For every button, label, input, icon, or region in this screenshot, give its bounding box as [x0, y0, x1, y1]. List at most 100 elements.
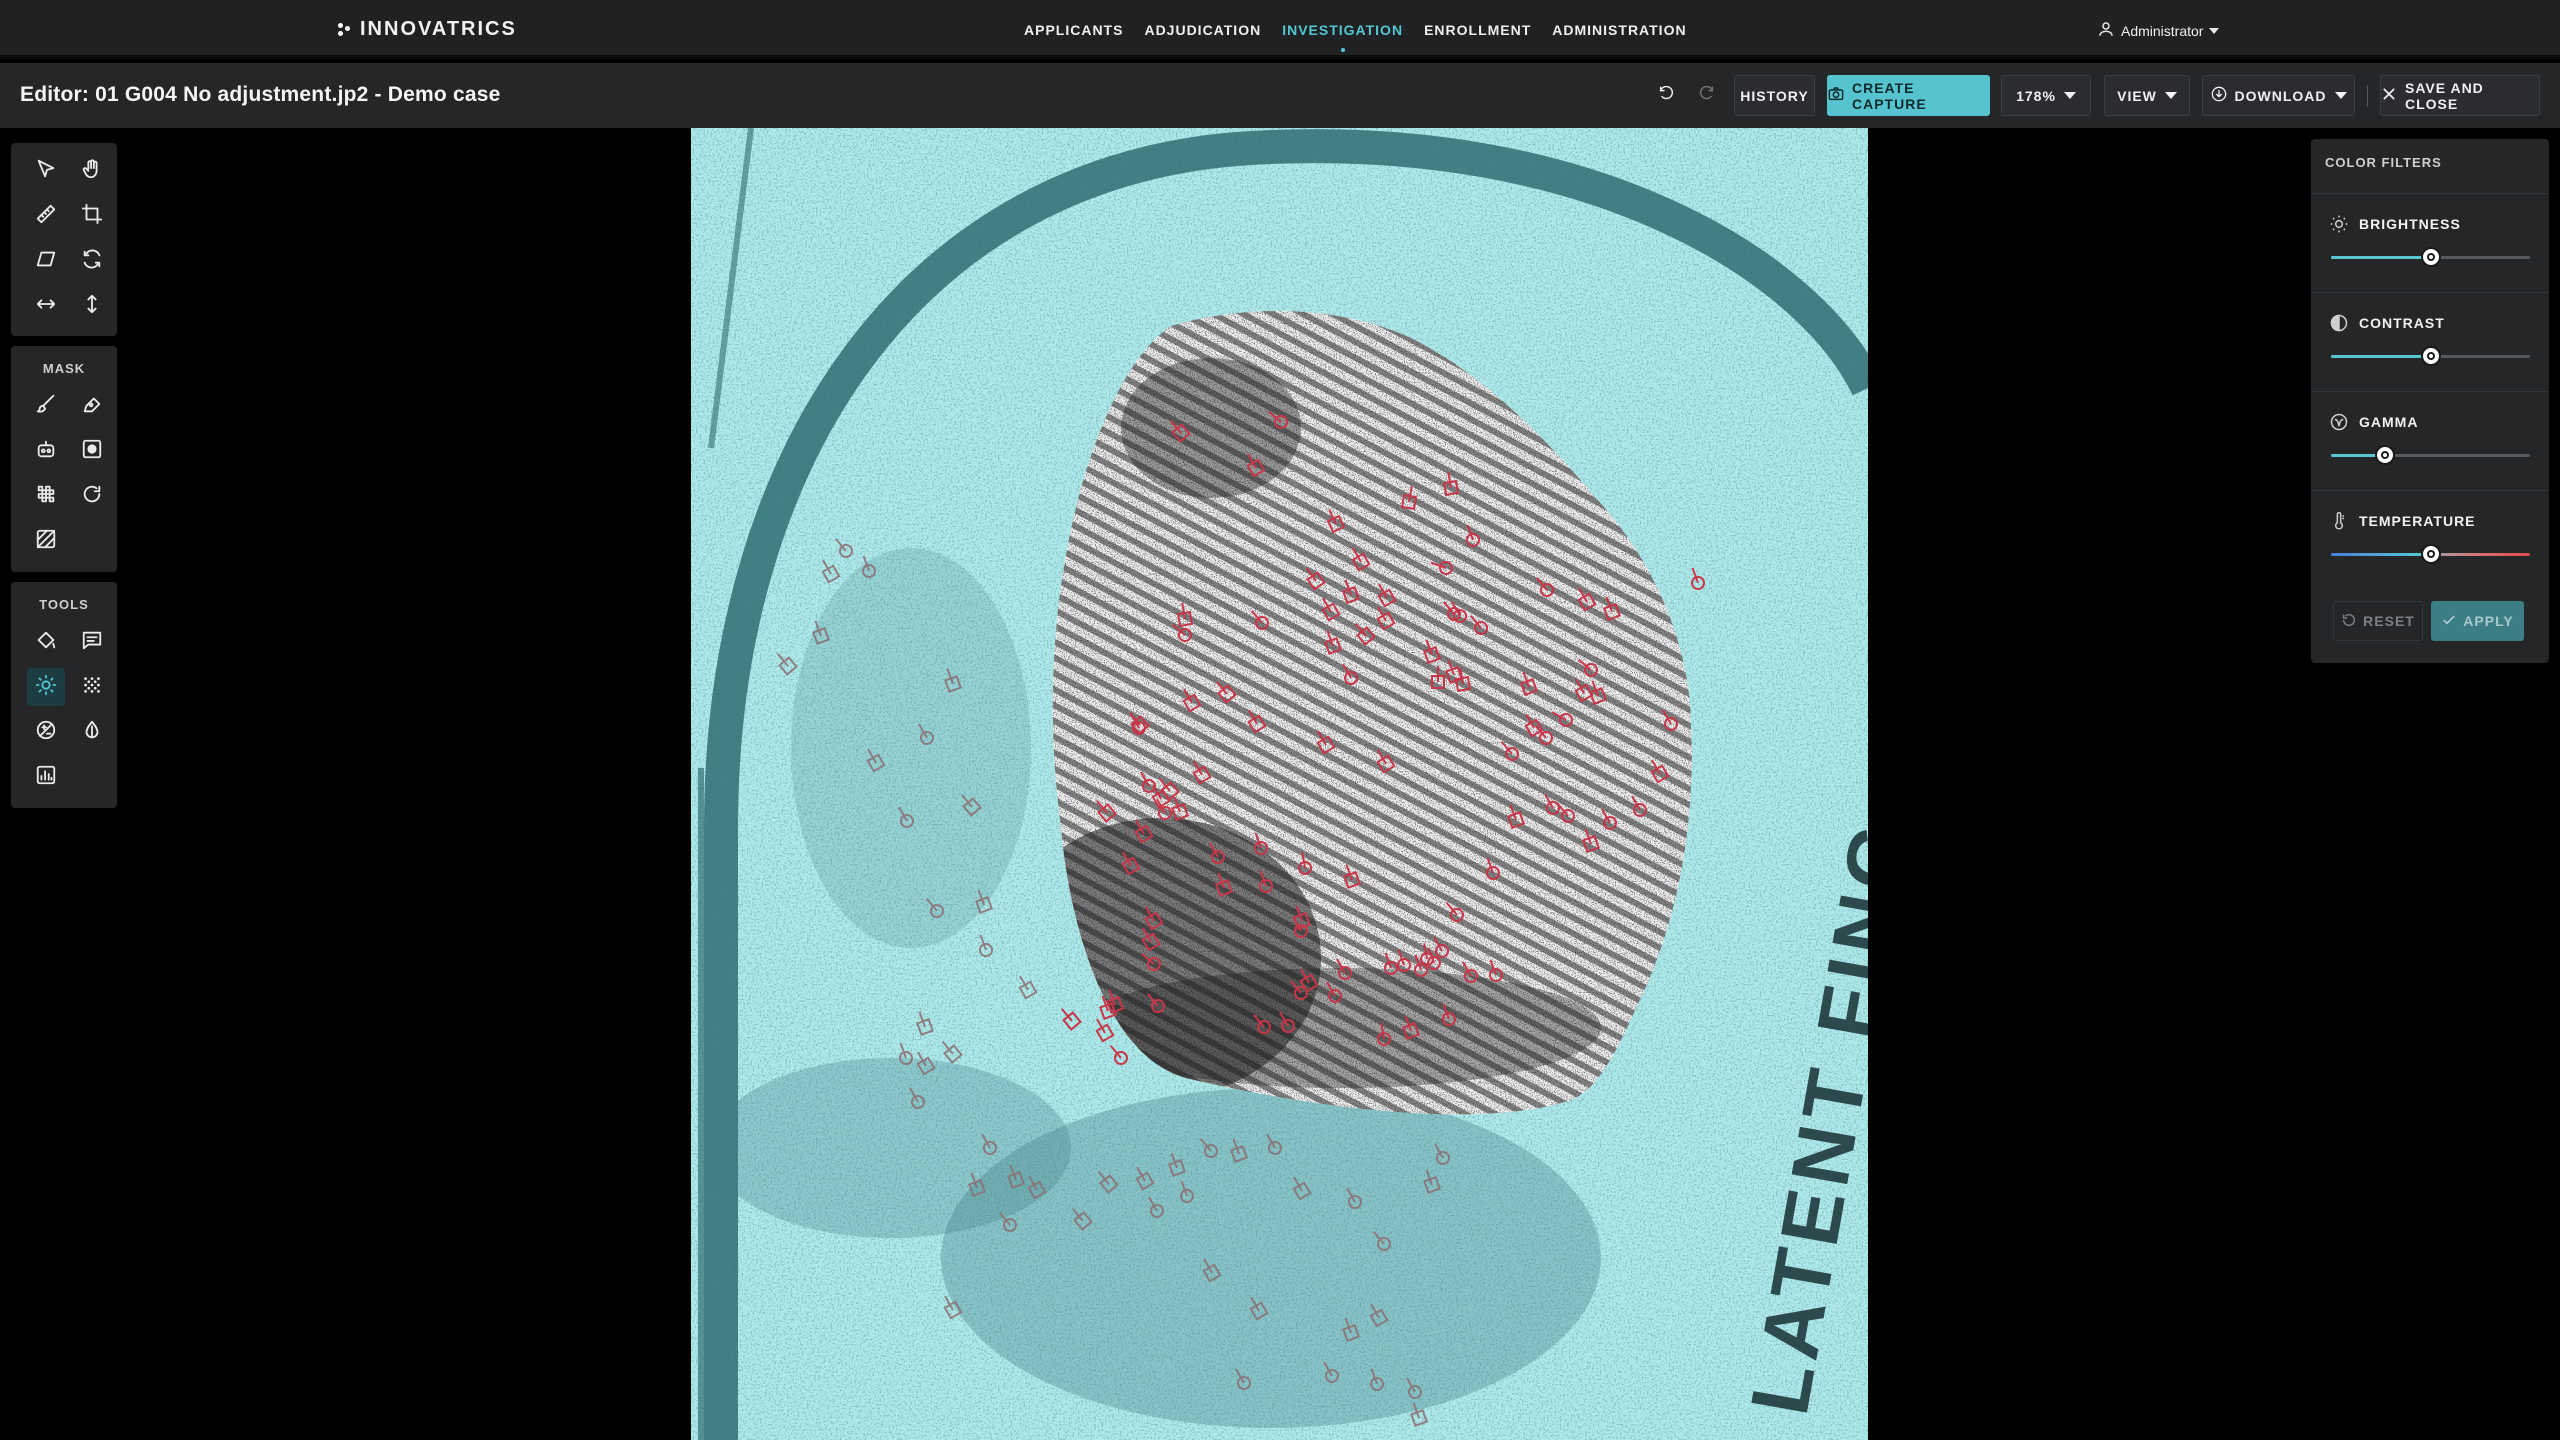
flip-horizontal-tool[interactable] — [27, 287, 65, 325]
contrast-slider-track[interactable] — [2331, 346, 2530, 366]
download-dropdown[interactable]: DOWNLOAD — [2202, 75, 2355, 116]
fill-tool[interactable] — [27, 623, 65, 661]
color-filters-panel: COLOR FILTERS BRIGHTNESS CONTRAST GAMMA … — [2311, 139, 2549, 663]
crop-tool[interactable] — [73, 197, 111, 235]
exposure-tool[interactable] — [27, 713, 65, 751]
main-menu: APPLICANTS ADJUDICATION INVESTIGATION EN… — [1024, 0, 1687, 59]
exposure-icon — [35, 719, 57, 746]
fingerprint-image[interactable]: LATENT FING — [691, 128, 1868, 1440]
redo-button[interactable] — [1689, 75, 1725, 116]
create-capture-button[interactable]: CREATE CAPTURE — [1827, 75, 1990, 116]
undo-icon — [1658, 85, 1674, 105]
skew-tool[interactable] — [27, 242, 65, 280]
reset-label: RESET — [2363, 613, 2415, 629]
brush-icon — [35, 393, 57, 420]
brightness-filter: BRIGHTNESS — [2311, 193, 2549, 292]
tools-panel-label: TOOLS — [39, 597, 89, 612]
user-icon — [2097, 20, 2115, 41]
thermometer-icon — [2329, 511, 2349, 531]
close-icon — [2381, 86, 2397, 105]
pen-tool[interactable] — [73, 387, 111, 425]
ruler-icon — [35, 203, 57, 230]
pen-icon — [81, 393, 103, 420]
gamma-slider-handle[interactable] — [2374, 445, 2395, 465]
view-label: VIEW — [2117, 87, 2157, 104]
create-capture-label: CREATE CAPTURE — [1852, 79, 1927, 112]
zoom-dropdown[interactable]: 178% — [2001, 75, 2091, 116]
brush-tool[interactable] — [27, 387, 65, 425]
invert-mask-tool[interactable] — [73, 432, 111, 470]
logo-mark-icon — [338, 22, 352, 37]
view-dropdown[interactable]: VIEW — [2104, 75, 2190, 116]
save-and-close-button[interactable]: SAVE AND CLOSE — [2380, 75, 2540, 116]
chevron-down-icon — [2164, 92, 2177, 99]
undo-button[interactable] — [1648, 75, 1684, 116]
apply-label: APPLY — [2463, 613, 2514, 629]
image-viewport[interactable]: LATENT FING — [0, 128, 2560, 1440]
fingerprint-canvas[interactable]: LATENT FING — [691, 128, 1868, 1440]
robot-icon — [35, 438, 57, 465]
pan-tool[interactable] — [73, 152, 111, 190]
camera-icon — [1828, 86, 1844, 105]
logo[interactable]: INNOVATRICS — [338, 18, 517, 41]
editor-title: Editor: 01 G004 No adjustment.jp2 - Demo… — [20, 83, 501, 106]
brightness-slider-track[interactable] — [2331, 247, 2530, 267]
contrast-slider-handle[interactable] — [2420, 346, 2441, 366]
top-nav: INNOVATRICS APPLICANTS ADJUDICATION INVE… — [0, 0, 2560, 59]
brightness-slider-handle[interactable] — [2420, 247, 2441, 267]
download-icon — [2211, 86, 2227, 105]
gamma-icon — [2329, 412, 2349, 432]
dots-grid-icon — [81, 674, 103, 701]
brand-name: INNOVATRICS — [360, 18, 517, 40]
invert-mask-icon — [81, 438, 103, 465]
hatch-mask-tool[interactable] — [27, 522, 65, 560]
user-menu[interactable]: Administrator — [2097, 20, 2220, 41]
select-tool[interactable] — [27, 152, 65, 190]
temperature-slider-track[interactable] — [2331, 544, 2530, 564]
temperature-label: TEMPERATURE — [2359, 513, 2476, 529]
contrast-filter: CONTRAST — [2311, 292, 2549, 391]
nav-applicants[interactable]: APPLICANTS — [1024, 22, 1123, 38]
reset-filters-button[interactable]: RESET — [2333, 601, 2423, 641]
droplet-icon — [81, 719, 103, 746]
chevron-down-icon — [2209, 27, 2220, 34]
zoom-label: 178% — [2016, 87, 2056, 104]
nav-administration[interactable]: ADMINISTRATION — [1552, 22, 1686, 38]
invert-colors-tool[interactable] — [73, 713, 111, 751]
history-button[interactable]: HISTORY — [1734, 75, 1815, 116]
gamma-slider-track[interactable] — [2331, 445, 2530, 465]
hand-icon — [81, 158, 103, 185]
flip-vertical-tool[interactable] — [73, 287, 111, 325]
brightness-icon — [35, 674, 57, 701]
save-and-close-label: SAVE AND CLOSE — [2405, 79, 2484, 112]
nav-enrollment[interactable]: ENROLLMENT — [1424, 22, 1531, 38]
apply-filters-button[interactable]: APPLY — [2431, 601, 2524, 641]
temperature-slider-handle[interactable] — [2420, 544, 2441, 564]
checker-icon — [35, 483, 57, 510]
nav-investigation[interactable]: INVESTIGATION — [1282, 22, 1403, 38]
rotate-tool[interactable] — [73, 242, 111, 280]
download-label: DOWNLOAD — [2234, 87, 2327, 104]
redo-icon — [1699, 85, 1715, 105]
nav-adjudication[interactable]: ADJUDICATION — [1144, 22, 1261, 38]
color-filters-tool[interactable] — [27, 668, 65, 706]
chevron-down-icon — [2063, 92, 2076, 99]
transform-tools-panel — [11, 143, 117, 336]
noise-tool[interactable] — [73, 668, 111, 706]
annotation-tool[interactable] — [73, 623, 111, 661]
color-filters-title: COLOR FILTERS — [2325, 155, 2442, 170]
reset-mask-tool[interactable] — [73, 477, 111, 515]
contrast-label: CONTRAST — [2359, 315, 2445, 331]
chevron-down-icon — [2334, 92, 2347, 99]
arrows-horizontal-icon — [35, 293, 57, 320]
brightness-label: BRIGHTNESS — [2359, 216, 2461, 232]
measure-tool[interactable] — [27, 197, 65, 235]
tools-panel: TOOLS — [11, 582, 117, 808]
auto-mask-tool[interactable] — [27, 432, 65, 470]
toolbar-divider — [2367, 85, 2368, 107]
hatch-icon — [35, 528, 57, 555]
arrows-vertical-icon — [81, 293, 103, 320]
clear-mask-tool[interactable] — [27, 477, 65, 515]
history-label: HISTORY — [1740, 87, 1809, 104]
histogram-tool[interactable] — [27, 758, 65, 796]
